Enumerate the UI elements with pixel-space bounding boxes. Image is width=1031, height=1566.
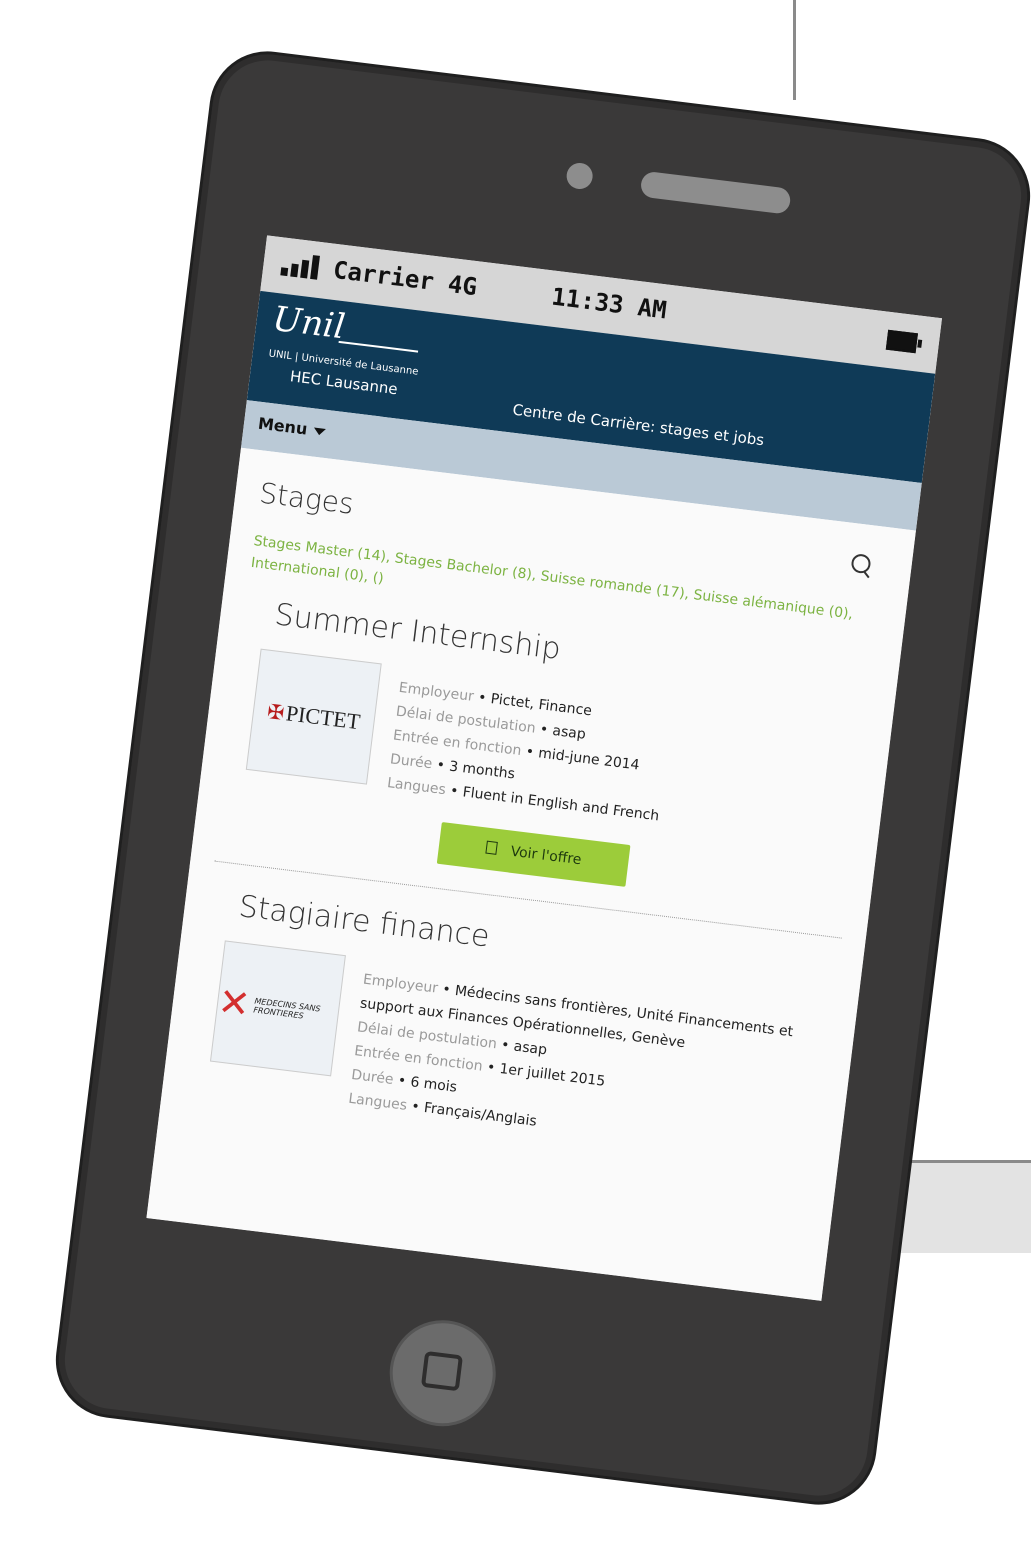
listing-item: Summer Internship ✠ PICTET Employeur • P…: [214, 593, 875, 939]
camera-icon: [565, 161, 595, 191]
pictet-emblem-icon: ✠: [265, 699, 286, 725]
home-button[interactable]: [383, 1314, 502, 1433]
phone-body: Carrier 4G 11:33 AM Unil UNIL | Universi…: [49, 44, 1031, 1512]
phone-mockup: Carrier 4G 11:33 AM Unil UNIL | Universi…: [0, 0, 1031, 1566]
listing-details: Employeur • Médecins sans frontières, Un…: [347, 958, 832, 1168]
listing-details: Employeur • Pictet, Finance Délai de pos…: [386, 666, 674, 828]
msf-emblem-icon: ✕: [215, 979, 253, 1027]
pictet-logo-text: PICTET: [284, 700, 362, 735]
listing-item: Stagiaire finance ✕ MEDECINS SANS FRONTI…: [183, 885, 838, 1191]
main-content: Stages Stages Master (14), Stages Bachel…: [146, 447, 916, 1301]
page-title: Stages: [257, 476, 356, 521]
menu-label: Menu: [256, 413, 309, 439]
phone-screen: Carrier 4G 11:33 AM Unil UNIL | Universi…: [146, 235, 943, 1301]
caret-down-icon: [312, 427, 326, 436]
employer-logo[interactable]: ✠ PICTET: [245, 648, 382, 785]
menu-button[interactable]: Menu: [257, 414, 326, 441]
home-square-icon: [420, 1350, 464, 1392]
document-icon: [485, 840, 498, 855]
speaker-icon: [639, 170, 792, 215]
category-link[interactable]: (): [372, 570, 385, 587]
unil-logo[interactable]: Unil: [271, 299, 348, 348]
carrier-label: Carrier 4G: [331, 255, 479, 302]
battery-icon: [885, 329, 918, 354]
employer-logo[interactable]: ✕ MEDECINS SANS FRONTIERES: [209, 940, 346, 1077]
msf-logo-text: MEDECINS SANS FRONTIERES: [252, 996, 321, 1021]
logo-underline: [338, 340, 419, 353]
search-icon[interactable]: [848, 551, 879, 582]
signal-icon: [280, 251, 320, 280]
status-time: 11:33 AM: [550, 282, 669, 325]
voir-offre-button[interactable]: Voir l'offre: [436, 822, 631, 887]
